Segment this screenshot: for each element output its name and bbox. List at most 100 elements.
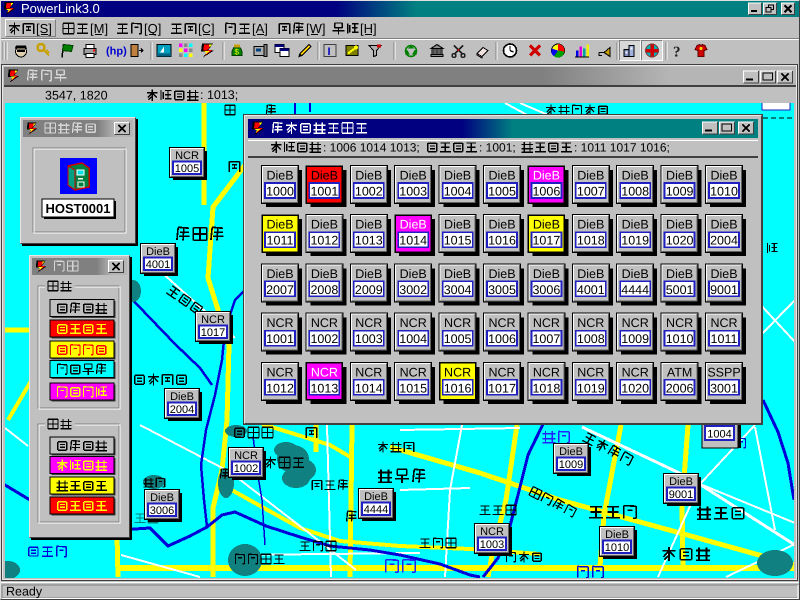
svg-text:NCR: NCR bbox=[201, 314, 225, 326]
svg-text:DieB: DieB bbox=[400, 218, 427, 232]
svg-text:DieB: DieB bbox=[622, 218, 649, 232]
svg-text:NCR: NCR bbox=[533, 365, 560, 379]
svg-text:1012: 1012 bbox=[266, 381, 294, 395]
svg-text:1002: 1002 bbox=[310, 332, 338, 346]
svg-text:NCR: NCR bbox=[400, 316, 427, 330]
svg-text:[A]: [A] bbox=[252, 21, 268, 36]
svg-text:DieB: DieB bbox=[666, 169, 693, 183]
svg-text:$: $ bbox=[235, 48, 240, 57]
svg-text:1017: 1017 bbox=[532, 234, 560, 248]
svg-text:PowerLink3.0: PowerLink3.0 bbox=[21, 1, 100, 16]
svg-text:DieB: DieB bbox=[622, 267, 649, 281]
svg-text:DieB: DieB bbox=[266, 218, 293, 232]
svg-text:DieB: DieB bbox=[666, 218, 693, 232]
svg-text:: 1013;: : 1013; bbox=[200, 88, 238, 102]
svg-text:2006: 2006 bbox=[666, 381, 694, 395]
svg-text:1020: 1020 bbox=[666, 234, 694, 248]
svg-text:1000: 1000 bbox=[266, 185, 294, 199]
svg-text:DieB: DieB bbox=[622, 169, 649, 183]
svg-text:1010: 1010 bbox=[710, 185, 738, 199]
svg-text:NCR: NCR bbox=[355, 316, 382, 330]
svg-text:1007: 1007 bbox=[577, 185, 605, 199]
svg-text:[S]: [S] bbox=[36, 21, 52, 36]
svg-text:DieB: DieB bbox=[533, 169, 560, 183]
svg-text:DieB: DieB bbox=[577, 218, 604, 232]
svg-text:(hp): (hp) bbox=[106, 46, 127, 58]
svg-text:NCR: NCR bbox=[355, 365, 382, 379]
svg-text:NCR: NCR bbox=[488, 365, 515, 379]
svg-text:DieB: DieB bbox=[400, 267, 427, 281]
svg-text:NCR: NCR bbox=[311, 365, 338, 379]
svg-text:DieB: DieB bbox=[710, 267, 737, 281]
svg-text:SSPP: SSPP bbox=[707, 365, 740, 379]
svg-text:I: I bbox=[328, 46, 331, 58]
svg-text:DieB: DieB bbox=[666, 267, 693, 281]
svg-text:4001: 4001 bbox=[146, 259, 170, 271]
svg-text:NCR: NCR bbox=[234, 450, 258, 462]
svg-text:1008: 1008 bbox=[577, 332, 605, 346]
svg-text:1014: 1014 bbox=[355, 381, 383, 395]
svg-text:: 1006 1014 1013;: : 1006 1014 1013; bbox=[323, 141, 420, 155]
svg-text:[C]: [C] bbox=[198, 21, 215, 36]
svg-text:1004: 1004 bbox=[399, 332, 427, 346]
svg-text:DieB: DieB bbox=[605, 529, 629, 541]
svg-text:9001: 9001 bbox=[669, 489, 693, 501]
svg-text:1003: 1003 bbox=[480, 539, 504, 551]
svg-text:DieB: DieB bbox=[364, 491, 388, 503]
svg-text:DieB: DieB bbox=[311, 218, 338, 232]
svg-text:DieB: DieB bbox=[488, 218, 515, 232]
svg-text:NCR: NCR bbox=[480, 526, 504, 538]
svg-text:DieB: DieB bbox=[710, 218, 737, 232]
svg-text:: 1001;: : 1001; bbox=[479, 141, 516, 155]
svg-text:2004: 2004 bbox=[710, 234, 738, 248]
svg-text:1009: 1009 bbox=[559, 459, 583, 471]
svg-text:DieB: DieB bbox=[355, 169, 382, 183]
svg-text:DieB: DieB bbox=[150, 492, 174, 504]
svg-text:1005: 1005 bbox=[175, 163, 199, 175]
svg-text:?: ? bbox=[673, 45, 681, 61]
svg-text:DieB: DieB bbox=[266, 267, 293, 281]
svg-text:2004: 2004 bbox=[170, 404, 194, 416]
svg-text:HOST0001: HOST0001 bbox=[45, 201, 110, 216]
svg-text:NCR: NCR bbox=[533, 316, 560, 330]
svg-text:DieB: DieB bbox=[710, 169, 737, 183]
svg-text:NCR: NCR bbox=[577, 316, 604, 330]
svg-text:1013: 1013 bbox=[355, 234, 383, 248]
svg-text:2007: 2007 bbox=[266, 283, 294, 297]
svg-text:NCR: NCR bbox=[175, 150, 199, 162]
svg-text:DieB: DieB bbox=[577, 267, 604, 281]
svg-text:1019: 1019 bbox=[621, 234, 649, 248]
svg-text:NCR: NCR bbox=[622, 365, 649, 379]
svg-text:4001: 4001 bbox=[577, 283, 605, 297]
svg-text:NCR: NCR bbox=[577, 365, 604, 379]
svg-text:[W]: [W] bbox=[306, 21, 326, 36]
svg-text:3547, 1820: 3547, 1820 bbox=[45, 89, 108, 103]
svg-text:NCR: NCR bbox=[400, 365, 427, 379]
svg-text:DieB: DieB bbox=[444, 169, 471, 183]
svg-text:1016: 1016 bbox=[444, 381, 472, 395]
svg-text:[H]: [H] bbox=[360, 21, 377, 36]
svg-text:1006: 1006 bbox=[488, 332, 516, 346]
svg-text:1011: 1011 bbox=[267, 234, 294, 248]
svg-text:NCR: NCR bbox=[710, 316, 737, 330]
svg-text:3002: 3002 bbox=[399, 283, 427, 297]
svg-text:NCR: NCR bbox=[666, 316, 693, 330]
svg-text:1019: 1019 bbox=[577, 381, 605, 395]
svg-text:1015: 1015 bbox=[444, 234, 472, 248]
svg-text:Ready: Ready bbox=[6, 585, 43, 599]
svg-text:1004: 1004 bbox=[707, 429, 731, 441]
svg-text:DieB: DieB bbox=[311, 267, 338, 281]
svg-text:DieB: DieB bbox=[355, 218, 382, 232]
svg-text:DieB: DieB bbox=[444, 267, 471, 281]
svg-text:1018: 1018 bbox=[532, 381, 560, 395]
svg-text:NCR: NCR bbox=[311, 316, 338, 330]
svg-text:DieB: DieB bbox=[488, 267, 515, 281]
svg-text:DieB: DieB bbox=[311, 169, 338, 183]
svg-text:: 1011 1017 1016;: : 1011 1017 1016; bbox=[574, 141, 670, 155]
svg-text:1014: 1014 bbox=[399, 234, 427, 248]
svg-text:1008: 1008 bbox=[621, 185, 649, 199]
svg-text:9001: 9001 bbox=[710, 283, 738, 297]
svg-text:1006: 1006 bbox=[532, 185, 560, 199]
svg-text:1013: 1013 bbox=[310, 381, 338, 395]
svg-text:DieB: DieB bbox=[400, 169, 427, 183]
